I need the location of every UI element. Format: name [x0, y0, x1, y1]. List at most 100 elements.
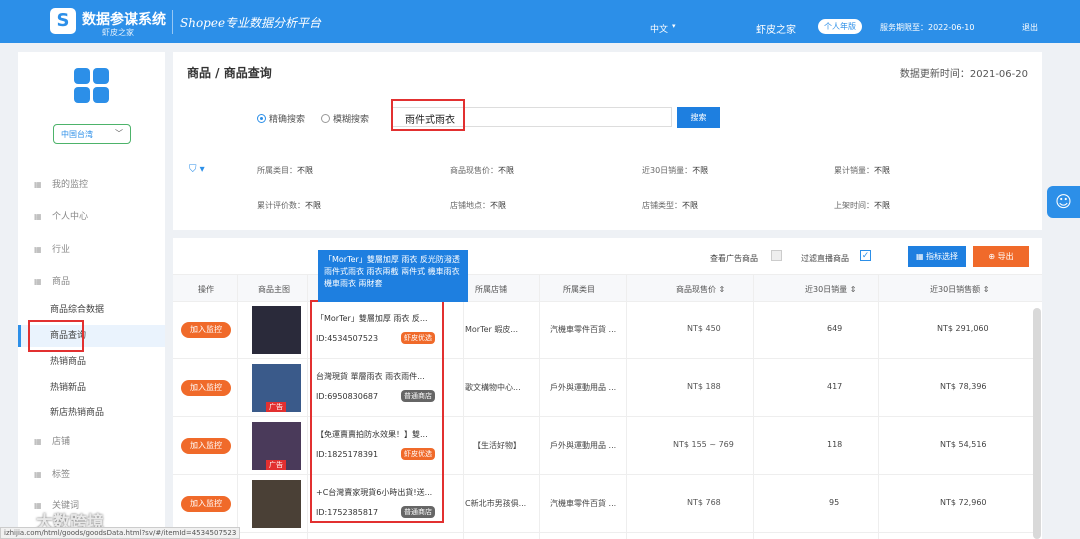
- sidebar-item-monitor[interactable]: ▦ 我的监控: [18, 174, 165, 196]
- sales30: 649: [827, 324, 843, 333]
- expire-date: 服务期限至：2022-06-10: [880, 23, 975, 32]
- col-sales30[interactable]: 近30日销量 ⇕: [805, 284, 856, 295]
- filter-icon[interactable]: ⛉ ▾: [189, 164, 205, 175]
- view-ads-checkbox[interactable]: [771, 250, 782, 261]
- col-price[interactable]: 商品现售价 ⇕: [676, 284, 725, 295]
- filter-total-sales[interactable]: 累计销量：不限: [834, 165, 890, 176]
- revenue30: NT$ 54,516: [940, 440, 987, 449]
- filter-live-checkbox[interactable]: ✓: [860, 250, 871, 261]
- header-divider: [172, 10, 173, 34]
- add-monitor-button[interactable]: 加入监控: [181, 438, 231, 454]
- price: NT$ 155 ~ 769: [673, 440, 734, 449]
- slogan: Shopee专业数据分析平台: [180, 16, 322, 30]
- sidebar-item-tags[interactable]: ▦ 标签: [18, 464, 165, 486]
- shop-name[interactable]: 歌文構物中心...: [465, 382, 538, 393]
- radio-fuzzy[interactable]: 模糊搜索: [321, 112, 369, 125]
- customer-service-icon[interactable]: ☺: [1047, 186, 1080, 218]
- sales30: 417: [827, 382, 843, 391]
- filter-value: 不限: [305, 201, 321, 210]
- table-header: 操作 商品主图 所属店铺 所属类目 商品现售价 ⇕ 近30日销量 ⇕ 近30日销…: [173, 274, 1042, 302]
- filter-location[interactable]: 店铺地点：不限: [450, 200, 506, 211]
- filter-label: 店铺地点：: [450, 201, 490, 210]
- top-bar: S 数据参谋系统 虾皮之家 Shopee专业数据分析平台 中文 ▾ 虾皮之家 个…: [0, 0, 1080, 43]
- sidebar-item-label: 标签: [52, 470, 71, 480]
- results-panel: 查看广告商品 过滤直播商品 ✓ ▦ 指标选择 ⊕ 导出 操作 商品主图 所属店铺…: [173, 238, 1042, 539]
- sidebar-item-hot-goods[interactable]: 热销商品: [18, 351, 165, 373]
- add-monitor-button[interactable]: 加入监控: [181, 322, 231, 338]
- sidebar-item-goods[interactable]: ▦ 商品: [18, 271, 165, 293]
- menu-icon: ▦: [34, 470, 42, 479]
- col-revenue30[interactable]: 近30日销售额 ⇕: [930, 284, 989, 295]
- sidebar-item-goods-overview[interactable]: 商品综合数据: [18, 299, 165, 321]
- filter-value: 不限: [682, 201, 698, 210]
- region-select[interactable]: 中国台湾 ﹀: [53, 124, 131, 144]
- add-monitor-button[interactable]: 加入监控: [181, 380, 231, 396]
- filter-value: 不限: [874, 201, 890, 210]
- app-subtitle: 虾皮之家: [102, 28, 134, 37]
- sidebar-item-new-shop-hot[interactable]: 新店热销商品: [18, 402, 165, 424]
- sidebar-item-label: 个人中心: [52, 212, 89, 222]
- shop-name[interactable]: 【生活好物】: [473, 440, 538, 451]
- filter-reviews[interactable]: 累计评价数：不限: [257, 200, 321, 211]
- sidebar-item-hot-new[interactable]: 热销新品: [18, 377, 165, 399]
- grid-logo-icon: [74, 68, 110, 104]
- filter-label: 累计评价数：: [257, 201, 305, 210]
- app-title: 数据参谋系统: [82, 12, 166, 28]
- filter-label: 上架时间：: [834, 201, 874, 210]
- revenue30: NT$ 78,396: [940, 382, 987, 391]
- sidebar-item-label: 我的监控: [52, 180, 89, 190]
- filter-label: 累计销量：: [834, 166, 874, 175]
- ad-tag: 广告: [266, 460, 286, 470]
- logout-link[interactable]: 退出: [1022, 22, 1038, 33]
- filter-price[interactable]: 商品现售价：不限: [450, 165, 514, 176]
- menu-icon: ▦: [34, 245, 42, 254]
- add-monitor-button[interactable]: 加入监控: [181, 496, 231, 512]
- filter-label: 近30日销量：: [642, 166, 693, 175]
- breadcrumb: 商品 / 商品查询: [187, 66, 272, 80]
- filter-label: 商品现售价：: [450, 166, 498, 175]
- filter-sales30[interactable]: 近30日销量：不限: [642, 165, 708, 176]
- search-button[interactable]: 搜索: [677, 107, 720, 128]
- filter-value: 不限: [297, 166, 313, 175]
- table-row: 加入监控 +C台灣賣家現貨6小時出貨!送... ID:1752385817 普通…: [173, 475, 1035, 533]
- indicator-select-button[interactable]: ▦ 指标选择: [908, 246, 966, 267]
- product-image[interactable]: 广告: [252, 422, 301, 470]
- filter-value: 不限: [490, 201, 506, 210]
- export-button[interactable]: ⊕ 导出: [973, 246, 1029, 267]
- col-category: 所属类目: [563, 285, 595, 294]
- scrollbar[interactable]: [1033, 308, 1041, 539]
- shop-name[interactable]: C新北市男孩俱...: [465, 498, 538, 509]
- product-image[interactable]: 广告: [252, 364, 301, 412]
- shop-name[interactable]: MorTer 蝦皮...: [465, 324, 538, 335]
- sidebar-item-industry[interactable]: ▦ 行业: [18, 239, 165, 261]
- view-ads-label: 查看广告商品: [710, 254, 758, 263]
- price: NT$ 188: [687, 382, 721, 391]
- radio-label: 模糊搜索: [333, 115, 370, 125]
- app-logo-icon: S: [50, 8, 76, 34]
- menu-icon: ▦: [34, 277, 42, 286]
- sidebar-item-label: 店铺: [52, 437, 71, 447]
- sidebar-item-shop[interactable]: ▦ 店铺: [18, 431, 165, 453]
- col-shop: 所属店铺: [475, 285, 507, 294]
- price: NT$ 450: [687, 324, 721, 333]
- language-caret-icon[interactable]: ▾: [672, 22, 676, 30]
- language-select[interactable]: 中文: [650, 22, 668, 35]
- sales30: 118: [827, 440, 843, 449]
- user-name[interactable]: 虾皮之家: [756, 21, 796, 36]
- revenue30: NT$ 291,060: [937, 324, 989, 333]
- sales30: 95: [829, 498, 840, 507]
- status-url: izhijia.com/html/goods/goodsData.html?sv…: [0, 527, 241, 539]
- category: 戶外與運動用品 ...: [550, 441, 617, 450]
- plan-badge: 个人年版: [818, 19, 862, 34]
- radio-exact[interactable]: 精确搜索: [257, 112, 305, 125]
- filter-shop-type[interactable]: 店铺类型：不限: [642, 200, 698, 211]
- sidebar-item-profile[interactable]: ▦ 个人中心: [18, 206, 165, 228]
- price: NT$ 768: [687, 498, 721, 507]
- product-image[interactable]: [252, 306, 301, 354]
- product-image[interactable]: [252, 480, 301, 528]
- filter-listed-time[interactable]: 上架时间：不限: [834, 200, 890, 211]
- filter-label: 店铺类型：: [642, 201, 682, 210]
- col-image: 商品主图: [258, 285, 290, 294]
- filter-category[interactable]: 所属类目：不限: [257, 165, 313, 176]
- table-row: 加入监控 广告 台灣現貨 單層雨衣 雨衣雨件... ID:6950830687 …: [173, 359, 1035, 417]
